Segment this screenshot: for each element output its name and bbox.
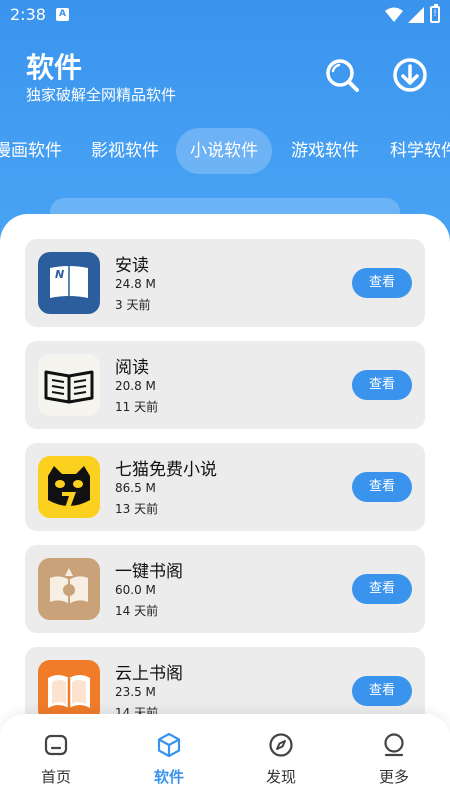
app-date: 3 天前 [115,298,151,312]
app-date: 13 天前 [115,502,159,516]
app-size: 86.5 M [115,481,156,495]
tab-yingshi[interactable]: 影视软件 [91,128,159,174]
list-item[interactable]: 阅读 20.8 M 11 天前 查看 [25,341,425,429]
app-list: N 安读 24.8 M 3 天前 查看 阅读 20.8 M 11 天前 查看 七… [0,214,450,800]
download-icon [393,58,427,92]
view-button[interactable]: 查看 [352,268,412,298]
nav-label: 软件 [153,768,184,786]
status-time: 2:38 [10,5,46,24]
download-button[interactable] [390,55,430,95]
app-name: 云上书阁 [115,664,183,684]
more-icon [384,733,404,757]
view-button[interactable]: 查看 [352,370,412,400]
wifi-icon [385,7,403,22]
qimao-cat-icon [38,456,100,518]
tab-kexue[interactable]: 科学软件 [390,128,450,174]
app-name: 一键书阁 [115,562,183,582]
nav-software[interactable]: 软件 [139,732,199,787]
nav-label: 首页 [40,768,71,786]
tab-xiaoshuo[interactable]: 小说软件 [176,128,272,174]
compass-icon [269,733,293,757]
search-icon [326,59,359,92]
page-subtitle: 独家破解全网精品软件 [26,86,177,104]
battery-icon: ! [430,4,440,23]
app-size: 23.5 M [115,685,156,699]
yuedu-book-icon [38,354,100,416]
app-name: 安读 [115,256,149,276]
search-button[interactable] [322,55,362,95]
category-tabs: 漫画软件 影视软件 小说软件 游戏软件 科学软件 [0,128,450,174]
app-size: 20.8 M [115,379,156,393]
app-size: 24.8 M [115,277,156,291]
cube-icon [157,732,181,758]
notification-icon: A [56,8,69,21]
app-date: 14 天前 [115,604,159,618]
yijian-shuge-icon [38,558,100,620]
list-item[interactable]: 七猫免费小说 86.5 M 13 天前 查看 [25,443,425,531]
header: 2:38 A ! 软件 独家破解全网精品软件 漫画软件 影视软件 小说软件 游戏… [0,0,450,250]
signal-icon [408,7,424,23]
list-item[interactable]: N 安读 24.8 M 3 天前 查看 [25,239,425,327]
app-name: 阅读 [115,358,149,378]
nav-more[interactable]: 更多 [364,732,424,787]
yunshang-shuge-icon [38,660,100,722]
tab-youxi[interactable]: 游戏软件 [291,128,359,174]
app-date: 11 天前 [115,400,159,414]
nav-label: 发现 [265,768,296,786]
bottom-nav: 首页 软件 发现 更多 [0,714,450,800]
nav-discover[interactable]: 发现 [251,732,311,787]
nav-label: 更多 [378,768,409,786]
nav-home[interactable]: 首页 [26,732,86,787]
view-button[interactable]: 查看 [352,676,412,706]
list-item[interactable]: 一键书阁 60.0 M 14 天前 查看 [25,545,425,633]
app-name: 七猫免费小说 [115,460,217,480]
andu-icon: N [38,252,100,314]
tab-manhua[interactable]: 漫画软件 [0,128,62,174]
view-button[interactable]: 查看 [352,472,412,502]
app-size: 60.0 M [115,583,156,597]
page-title: 软件 [26,51,83,84]
status-bar: 2:38 A ! [0,0,450,30]
svg-text:N: N [55,268,64,281]
view-button[interactable]: 查看 [352,574,412,604]
home-icon [44,734,68,756]
